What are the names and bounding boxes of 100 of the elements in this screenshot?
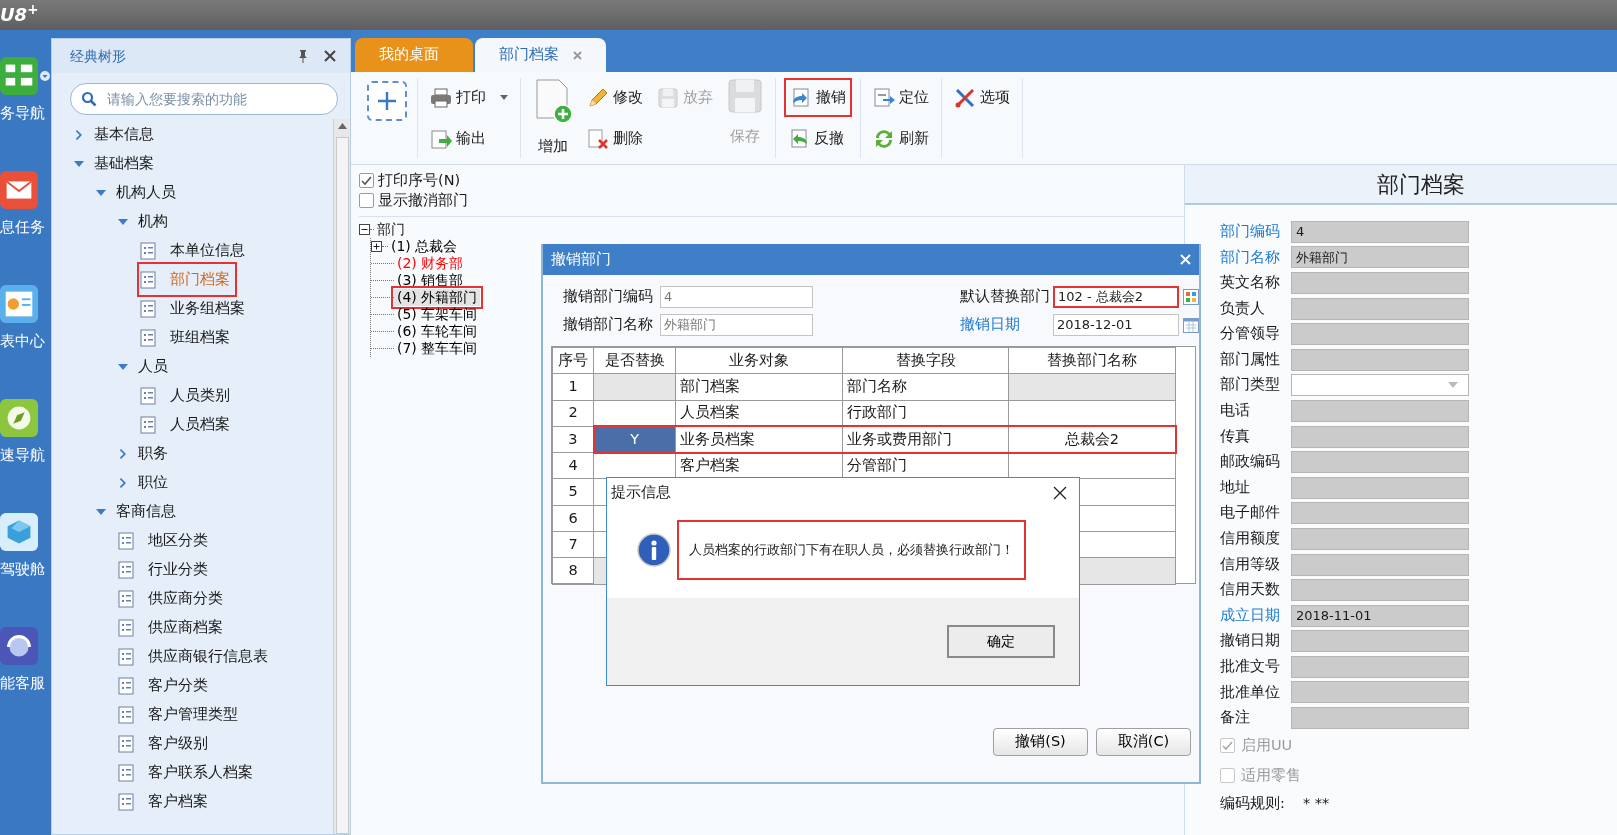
tree-folder[interactable]: 基础档案	[74, 149, 154, 178]
tree-folder[interactable]: 基本信息	[74, 120, 154, 149]
tree-item[interactable]: 地区分类	[118, 526, 208, 555]
toolbar-button[interactable]: 反撤	[784, 119, 852, 158]
tree-item[interactable]: 业务组档案	[140, 294, 245, 323]
toolbar-button[interactable]: 定位	[869, 78, 933, 117]
text-field[interactable]	[1291, 553, 1469, 576]
tree-item[interactable]: (2) 财务部	[394, 255, 467, 272]
dialog-button[interactable]: 取消(C)	[1096, 728, 1191, 756]
column-header[interactable]: 序号	[552, 347, 594, 374]
sidebar-item[interactable]: 表中心	[0, 284, 51, 350]
text-field[interactable]: 外籍部门	[1291, 246, 1469, 269]
tree-item[interactable]: 人员类别	[140, 381, 230, 410]
text-field[interactable]	[1291, 502, 1469, 525]
info-icon	[637, 533, 671, 567]
tree-item[interactable]: 班组档案	[140, 323, 230, 352]
text-field[interactable]	[1291, 425, 1469, 448]
scroll-up-icon[interactable]	[337, 123, 347, 129]
tree-item[interactable]: 客户分类	[118, 671, 208, 700]
tree-folder[interactable]: 人员	[118, 352, 168, 381]
sidebar-item[interactable]: 能客服	[0, 626, 51, 692]
text-field[interactable]	[1291, 451, 1469, 474]
checkbox[interactable]: 打印序号(N)	[359, 170, 1184, 190]
sidebar-item[interactable]: 驾驶舱	[0, 512, 51, 578]
column-header[interactable]: 业务对象	[675, 347, 843, 374]
text-field[interactable]	[1291, 399, 1469, 422]
column-header[interactable]: 替换字段	[842, 347, 1009, 374]
toolbar-button[interactable]: 刷新	[869, 119, 933, 158]
search-field[interactable]: 请输入您要搜索的功能	[105, 87, 327, 111]
tree-item[interactable]: 客户联系人档案	[118, 758, 253, 787]
sidebar-item[interactable]: 速导航	[0, 398, 51, 464]
tree-item[interactable]: (3) 销售部	[394, 272, 467, 289]
select-field[interactable]	[1291, 374, 1469, 397]
tree-folder[interactable]: 机构	[118, 207, 168, 236]
calendar-icon[interactable]	[1183, 317, 1199, 333]
add-button[interactable]	[367, 81, 407, 121]
text-field[interactable]	[1291, 348, 1469, 371]
text-field[interactable]	[1291, 630, 1469, 653]
text-field[interactable]	[1291, 297, 1469, 320]
tree-item[interactable]: 供应商分类	[118, 584, 223, 613]
tree-folder[interactable]: 客商信息	[96, 497, 176, 526]
text-field[interactable]	[1291, 655, 1469, 678]
column-header[interactable]: 是否替换	[593, 347, 676, 374]
text-field[interactable]: 102 - 总裁会2	[1053, 286, 1179, 308]
toolbar-button[interactable]: 删除	[583, 119, 647, 158]
dialog-button[interactable]: 撤销(S)	[993, 728, 1088, 756]
close-icon[interactable]	[324, 50, 336, 62]
tree-item[interactable]: 客户级别	[118, 729, 208, 758]
toolbar-button[interactable]: 撤销	[784, 78, 852, 118]
tree-item[interactable]: 供应商银行信息表	[118, 642, 268, 671]
text-field[interactable]	[1291, 681, 1469, 704]
tree-item[interactable]: (4) 外籍部门	[394, 289, 481, 306]
text-field[interactable]: 2018-11-01	[1291, 604, 1469, 627]
tree-item[interactable]: 客户管理类型	[118, 700, 238, 729]
tree-item[interactable]: 人员档案	[140, 410, 230, 439]
tree-item[interactable]: 客户档案	[118, 787, 208, 816]
text-field[interactable]: 4	[660, 286, 813, 308]
toolbar-button[interactable]: 增加	[529, 78, 577, 160]
toolbar-button[interactable]: 选项	[950, 78, 1014, 118]
toolbar-button[interactable]: 打印	[426, 78, 512, 117]
text-field[interactable]	[1291, 272, 1469, 294]
search-field[interactable]: 请输入您要搜索的功能	[70, 83, 338, 115]
close-icon[interactable]	[1053, 486, 1067, 500]
text-field[interactable]: 2018-12-01	[1053, 314, 1179, 336]
tree-item[interactable]: (7) 整车车间	[394, 340, 481, 357]
scrollbar[interactable]	[333, 119, 350, 834]
tree-item[interactable]: (5) 车架车间	[394, 306, 481, 323]
tree-item[interactable]: 供应商档案	[118, 613, 223, 642]
sidebar-item[interactable]: 务导航	[0, 56, 51, 122]
tree-item[interactable]: (6) 车轮车间	[394, 323, 481, 340]
field-label: 备注	[1220, 708, 1251, 728]
text-field[interactable]	[1291, 707, 1469, 730]
tab[interactable]: 部门档案	[475, 38, 606, 72]
tree-folder[interactable]: 职位	[118, 468, 168, 497]
document-icon	[118, 560, 134, 579]
caret-icon[interactable]	[40, 71, 50, 81]
sidebar-item[interactable]: 息任务	[0, 170, 51, 236]
grid-icon[interactable]	[1183, 289, 1199, 305]
tree-item[interactable]: 部门	[374, 221, 408, 238]
tree-folder[interactable]: 机构人员	[96, 178, 176, 207]
column-header[interactable]: 替换部门名称	[1008, 347, 1176, 374]
toolbar-button[interactable]: 输出	[426, 119, 512, 158]
text-field[interactable]	[1291, 476, 1469, 499]
toolbar-button[interactable]: 修改	[583, 78, 647, 117]
text-field[interactable]	[1291, 323, 1469, 346]
tree-folder[interactable]: 职务	[118, 439, 168, 468]
text-field[interactable]: 4	[1291, 220, 1469, 243]
text-field[interactable]: 外籍部门	[660, 314, 813, 336]
expand-icon[interactable]	[371, 241, 382, 252]
collapse-icon[interactable]	[359, 224, 370, 235]
text-field[interactable]	[1291, 579, 1469, 602]
caret-icon[interactable]	[500, 95, 508, 100]
tree-item[interactable]: (1) 总裁会	[388, 238, 461, 255]
text-field[interactable]	[1291, 527, 1469, 550]
tree-item[interactable]: 本单位信息	[140, 236, 245, 265]
tree-item[interactable]: 行业分类	[118, 555, 208, 584]
ok-button[interactable]: 确定	[947, 625, 1055, 658]
dialog-title: 撤销部门	[551, 249, 611, 269]
checkbox[interactable]: 显示撤消部门	[359, 190, 1184, 210]
document-icon	[118, 792, 134, 811]
